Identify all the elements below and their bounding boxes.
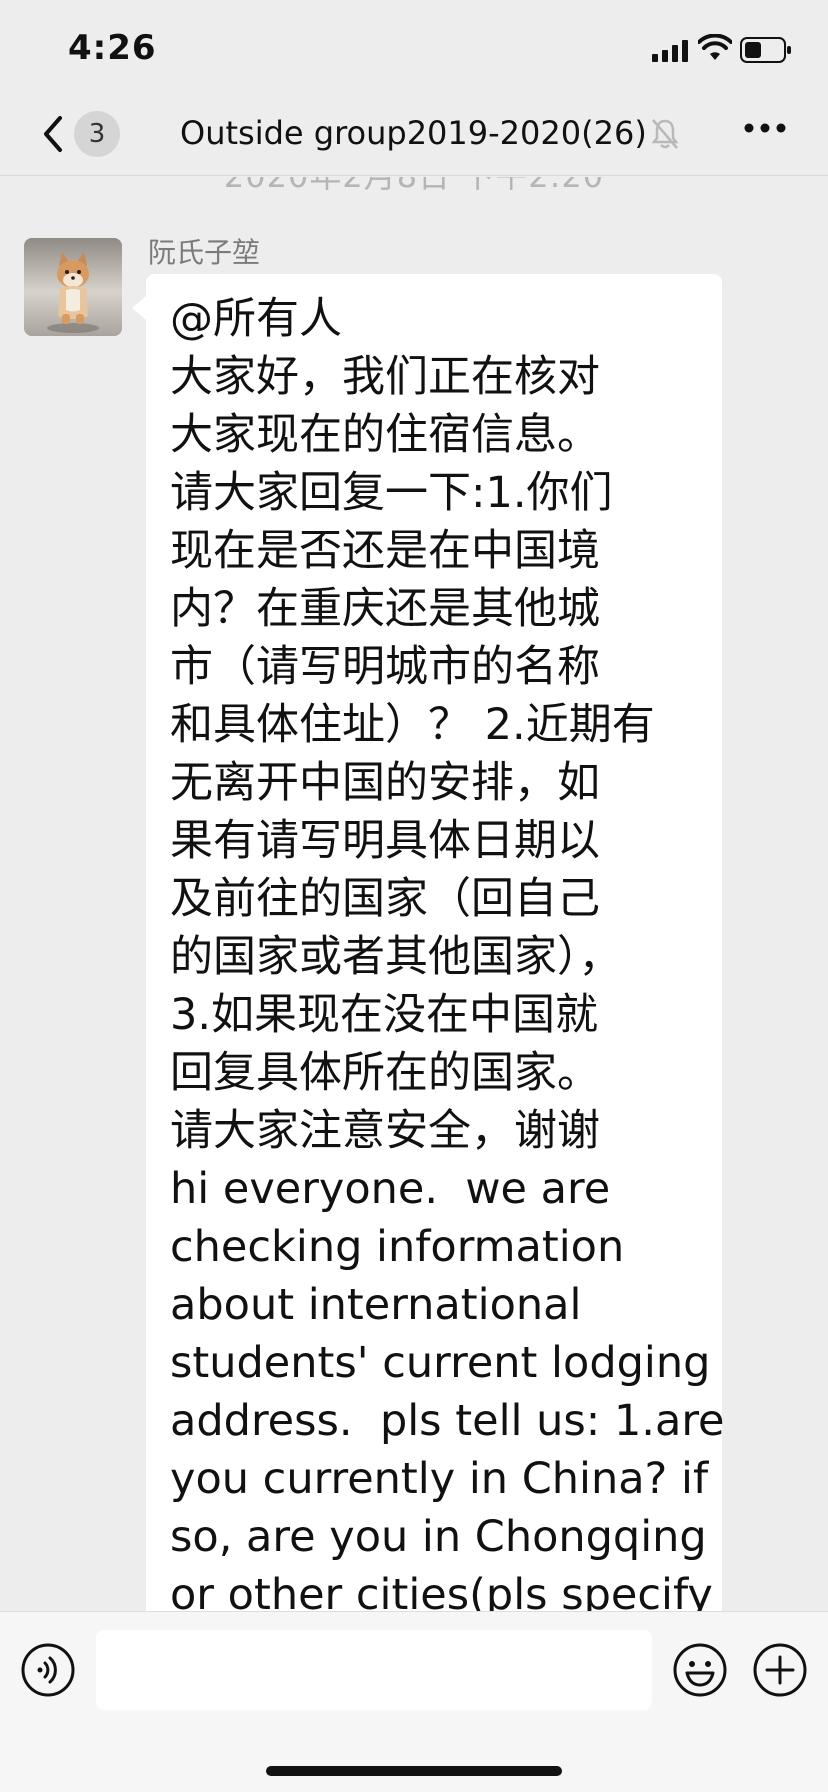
battery-icon [740,37,791,63]
muted-bell-icon [651,119,679,149]
status-time: 4:26 [68,28,157,68]
emoji-icon[interactable] [672,1642,728,1698]
wifi-icon [698,34,732,60]
more-dots-icon[interactable] [744,122,786,134]
chat-title: Outside group2019-2020(26) [180,114,647,152]
chevron-left-icon[interactable] [38,112,68,156]
chat-header: 3 Outside group2019-2020(26) [0,100,828,176]
message-input[interactable] [96,1630,652,1710]
message-text: @所有人 大家好，我们正在核对 大家现在的住宿信息。 请大家回复一下:1.你们 … [170,294,725,1611]
status-bar: 4:26 [0,0,828,100]
message-bubble[interactable]: @所有人 大家好，我们正在核对 大家现在的住宿信息。 请大家回复一下:1.你们 … [132,274,725,1611]
voice-icon[interactable] [20,1642,76,1698]
message-timestamp: 2020年2月8日 下午2:20 [0,177,828,197]
unread-count-badge[interactable]: 3 [74,111,120,157]
message-list[interactable]: 2020年2月8日 下午2:20 阮氏子堃 [0,177,828,1611]
input-bar [0,1611,828,1792]
shiba-dog-avatar-icon[interactable] [24,238,122,336]
plus-icon[interactable] [752,1642,808,1698]
cellular-signal-icon [652,40,688,62]
sender-name: 阮氏子堃 [148,236,261,269]
home-indicator[interactable] [266,1766,562,1776]
